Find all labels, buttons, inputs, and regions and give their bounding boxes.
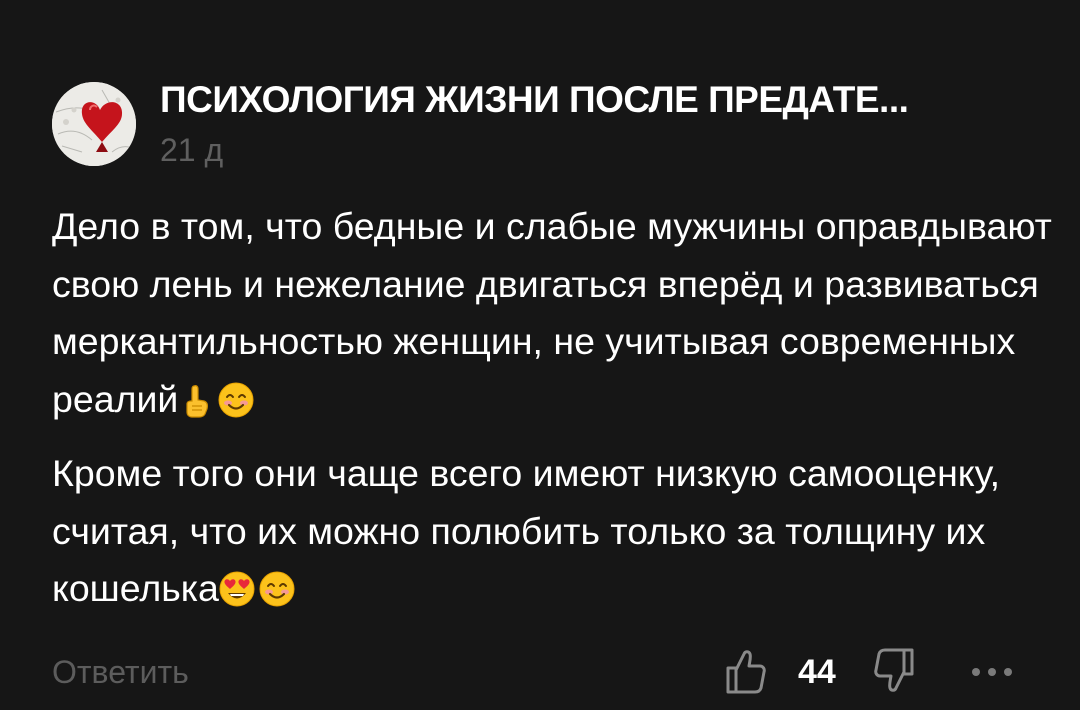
paragraph-2-text: Кроме того они чаще всего имеют низкую с…: [52, 452, 1001, 609]
heart-logo-icon: [52, 82, 136, 166]
comment-card: ПСИХОЛОГИЯ ЖИЗНИ ПОСЛЕ ПРЕДАТЕ... 21 д Д…: [0, 0, 1080, 710]
smiling-face-emoji-icon: [259, 566, 295, 607]
author-avatar[interactable]: [52, 82, 136, 166]
thumbs-down-icon: [874, 648, 914, 692]
like-count: 44: [798, 653, 836, 691]
thumbs-up-icon: [726, 650, 766, 694]
like-button[interactable]: [724, 646, 768, 696]
reply-button[interactable]: Ответить: [52, 650, 189, 694]
smiling-face-emoji-icon: [218, 377, 254, 417]
dislike-button[interactable]: [870, 646, 914, 696]
more-options-button[interactable]: [968, 660, 1016, 684]
pointing-up-emoji-icon: [178, 377, 214, 418]
comment-timestamp: 21 д: [160, 132, 224, 168]
heart-eyes-emoji-icon: [219, 566, 255, 607]
comment-paragraph-1: Дело в том, что бедные и слабые мужчины …: [52, 198, 1062, 428]
comment-paragraph-2: Кроме того они чаще всего имеют низкую с…: [52, 445, 1062, 618]
author-name[interactable]: ПСИХОЛОГИЯ ЖИЗНИ ПОСЛЕ ПРЕДАТЕ...: [160, 76, 909, 124]
more-dots-icon: [972, 668, 1012, 676]
